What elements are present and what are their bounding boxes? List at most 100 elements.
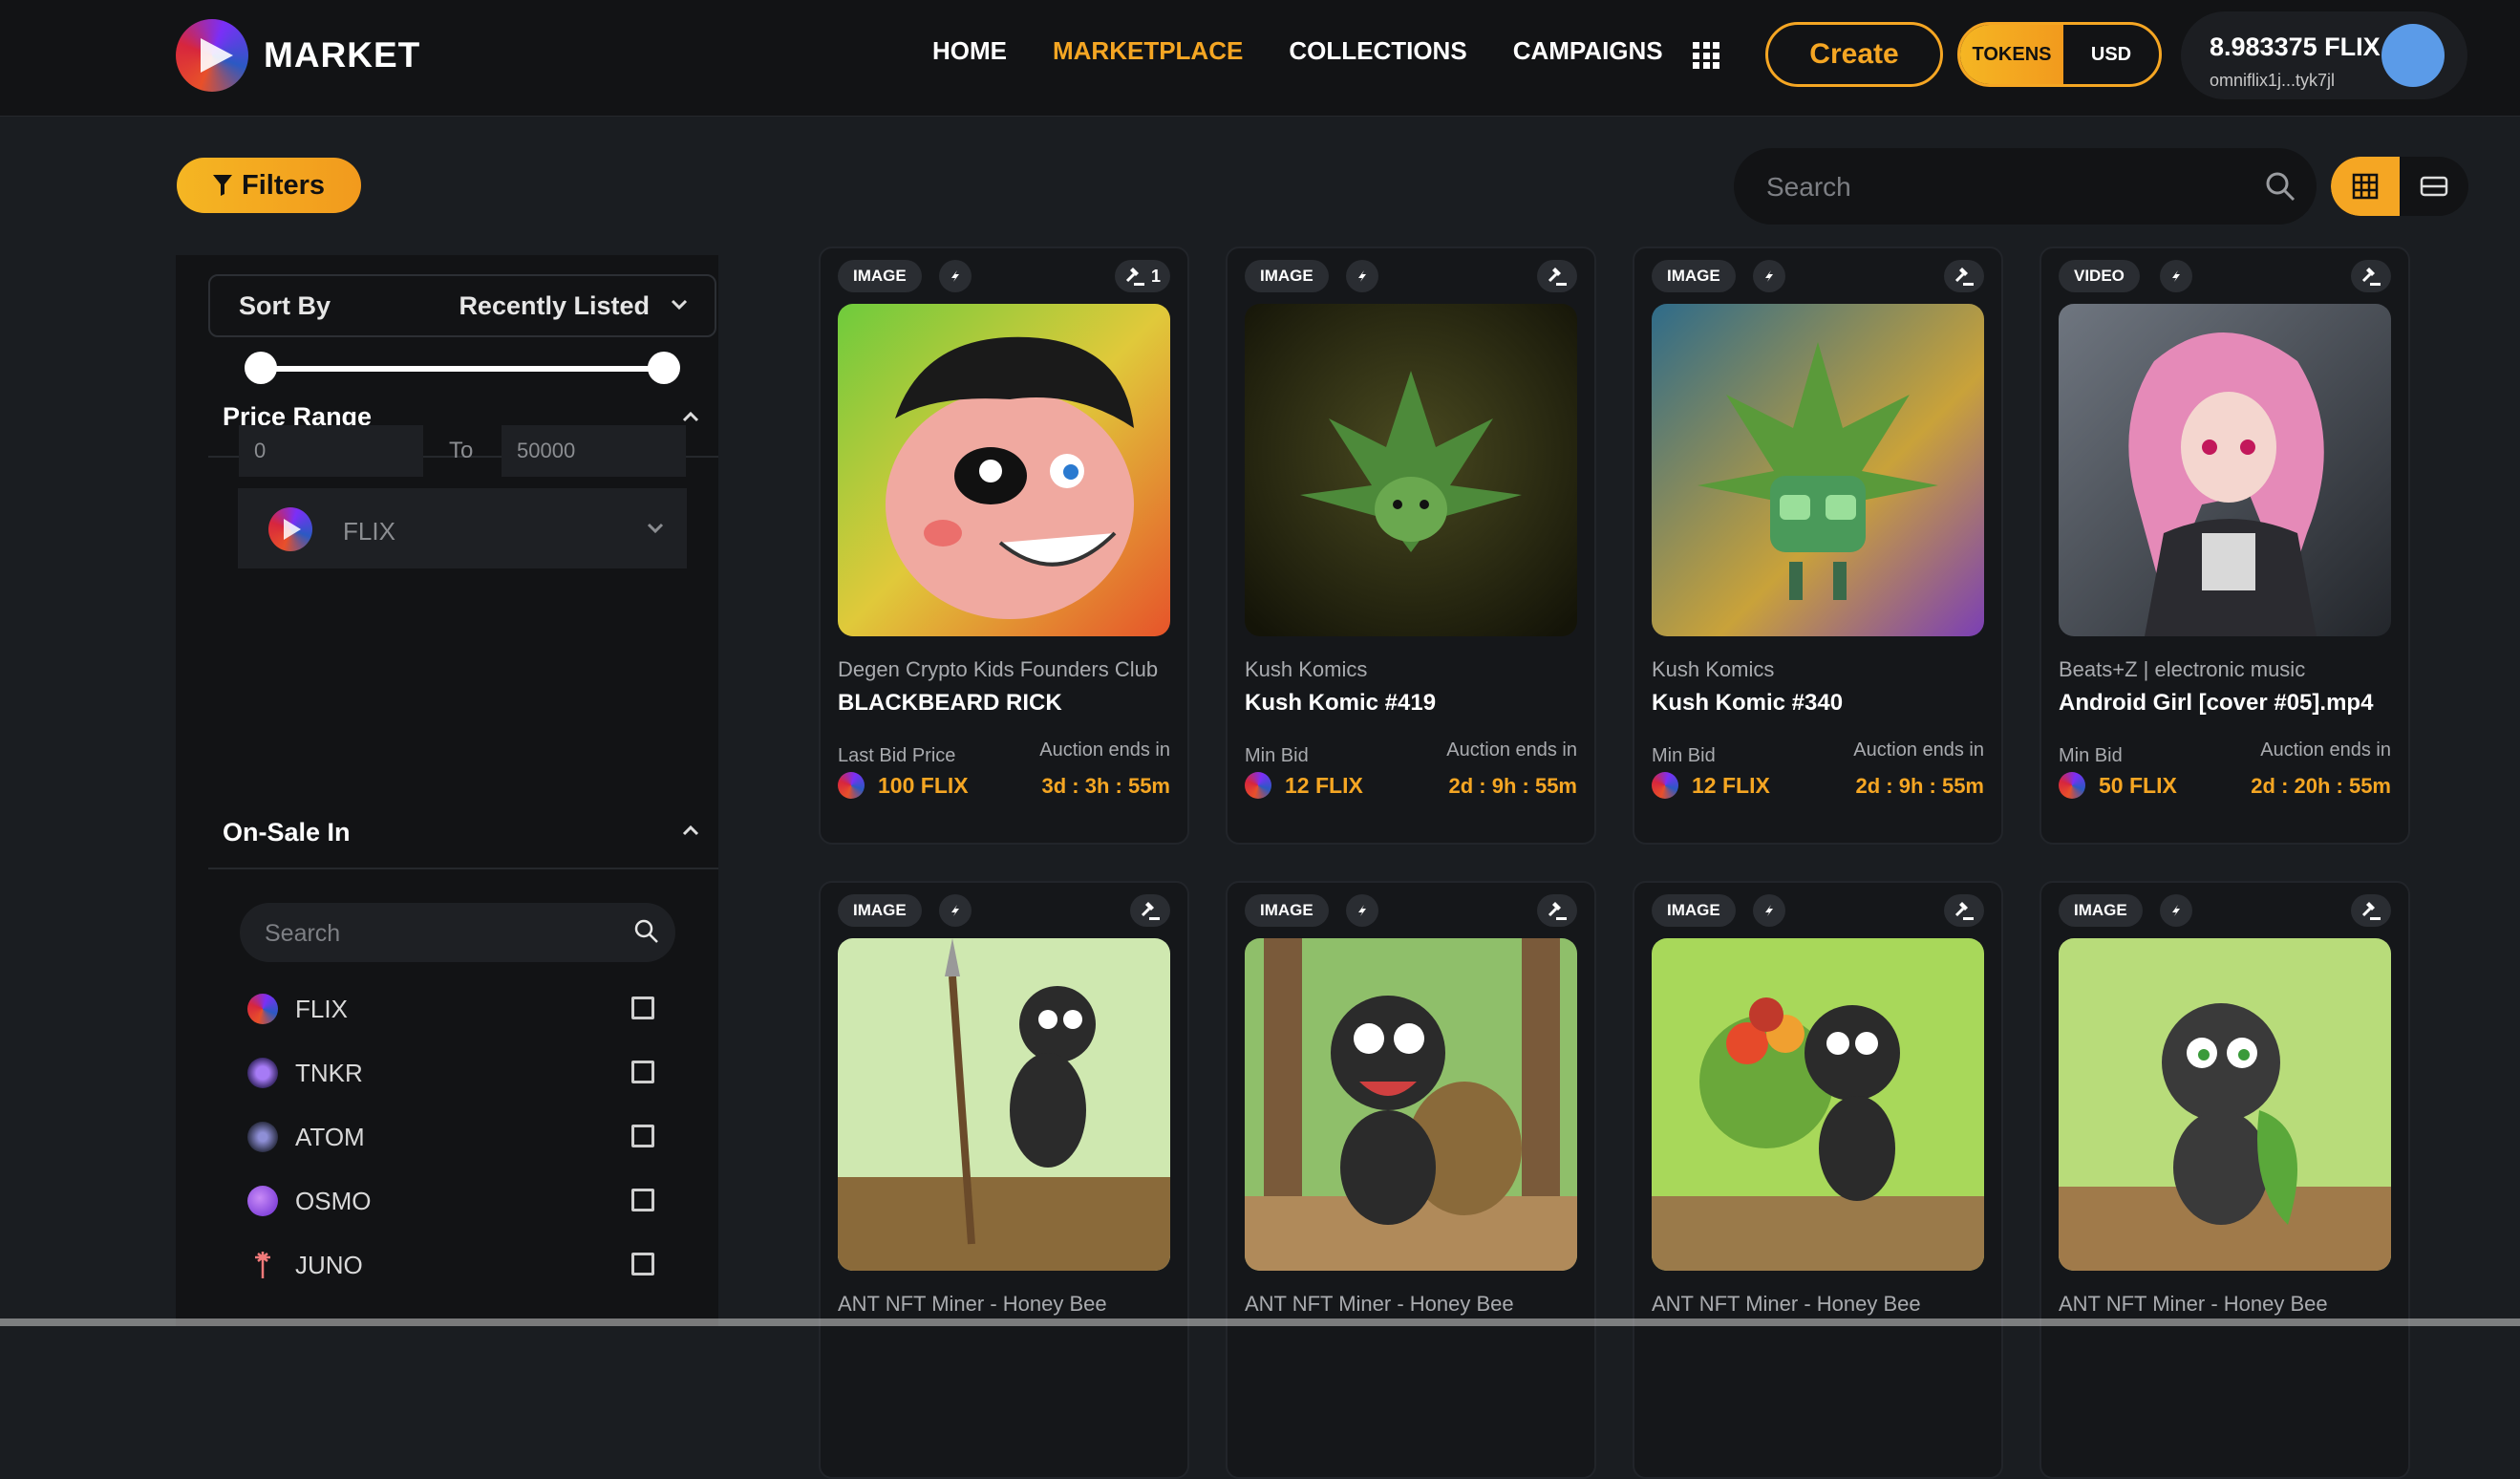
auction-ends-value: 2d : 9h : 55m bbox=[1448, 774, 1577, 798]
bid-button[interactable] bbox=[1944, 260, 1984, 292]
auction-ends-value: 2d : 20h : 55m bbox=[2251, 774, 2391, 798]
flix-icon bbox=[1245, 772, 1271, 799]
apps-grid-icon[interactable] bbox=[1693, 42, 1719, 69]
top-navbar: MARKET HOME MARKETPLACE COLLECTIONS CAMP… bbox=[0, 0, 2520, 117]
bid-count-pill: 1 bbox=[1114, 260, 1170, 292]
token-option-atom[interactable]: ATOM bbox=[247, 1116, 668, 1154]
sort-dropdown[interactable]: Sort By Recently Listed bbox=[208, 274, 716, 337]
nft-card[interactable]: VIDEO Beats+Z | electronic music Android… bbox=[2039, 246, 2410, 845]
nav-collections[interactable]: COLLECTIONS bbox=[1289, 36, 1466, 66]
bid-button[interactable] bbox=[1537, 260, 1577, 292]
bid-button[interactable] bbox=[2351, 894, 2391, 927]
on-sale-title: On-Sale In bbox=[223, 818, 351, 847]
bid-button[interactable] bbox=[2351, 260, 2391, 292]
wallet-button[interactable]: 8.983375 FLIX omniflix1j...tyk7jl bbox=[2181, 11, 2467, 99]
nft-card[interactable]: IMAGE Kush Komics Kush Komic #419 Min Bi… bbox=[1226, 246, 1596, 845]
nft-card[interactable]: IMAGE ANT NFT Miner - Honey Bee bbox=[819, 881, 1189, 1479]
wallet-address: omniflix1j...tyk7jl bbox=[2210, 71, 2336, 90]
nft-name[interactable]: Android Girl [cover #05].mp4 bbox=[2059, 690, 2373, 717]
price-token-select[interactable]: FLIX bbox=[238, 488, 687, 568]
checkbox-icon[interactable] bbox=[631, 1189, 654, 1211]
price-slider-max-handle[interactable] bbox=[648, 352, 680, 384]
nav-home[interactable]: HOME bbox=[932, 36, 1007, 66]
osmo-icon bbox=[247, 1186, 278, 1216]
nft-card[interactable]: IMAGE ANT NFT Miner - Honey Bee bbox=[1633, 881, 2003, 1479]
gavel-icon bbox=[1954, 268, 1974, 286]
on-sale-search-input[interactable] bbox=[263, 914, 610, 953]
nft-thumbnail[interactable] bbox=[838, 304, 1170, 636]
collection-name[interactable]: ANT NFT Miner - Honey Bee bbox=[838, 1292, 1107, 1317]
horizontal-scrollbar[interactable] bbox=[0, 1318, 2520, 1326]
nav-marketplace[interactable]: MARKETPLACE bbox=[1053, 36, 1243, 66]
nft-thumbnail[interactable] bbox=[2059, 938, 2391, 1271]
nft-name[interactable]: Kush Komic #419 bbox=[1245, 690, 1436, 717]
token-option-tnkr[interactable]: TNKR bbox=[247, 1052, 668, 1090]
price-label: Min Bid bbox=[1245, 745, 1309, 766]
nft-thumbnail[interactable] bbox=[1652, 938, 1984, 1271]
range-to-input[interactable] bbox=[502, 425, 686, 477]
token-name: ATOM bbox=[295, 1123, 365, 1151]
nft-thumbnail[interactable] bbox=[838, 938, 1170, 1271]
collection-name[interactable]: ANT NFT Miner - Honey Bee bbox=[1652, 1292, 1921, 1317]
search-icon[interactable] bbox=[633, 918, 660, 945]
nft-card[interactable]: IMAGE ANT NFT Miner - Honey Bee bbox=[1226, 881, 1596, 1479]
range-from-input[interactable] bbox=[239, 425, 423, 477]
collection-name[interactable]: Kush Komics bbox=[1652, 657, 1774, 682]
brand-icon bbox=[939, 894, 972, 927]
sort-value: Recently Listed bbox=[459, 291, 650, 320]
nft-card[interactable]: IMAGE Kush Komics Kush Komic #340 Min Bi… bbox=[1633, 246, 2003, 845]
collection-name[interactable]: Kush Komics bbox=[1245, 657, 1367, 682]
nav-campaigns[interactable]: CAMPAIGNS bbox=[1513, 36, 1663, 66]
gavel-icon bbox=[1548, 268, 1567, 286]
create-button[interactable]: Create bbox=[1765, 22, 1943, 87]
checkbox-icon[interactable] bbox=[631, 997, 654, 1019]
usd-toggle[interactable]: USD bbox=[2063, 25, 2159, 84]
logo[interactable]: MARKET bbox=[176, 19, 420, 92]
nft-card[interactable]: IMAGE ANT NFT Miner - Honey Bee bbox=[2039, 881, 2410, 1479]
nft-name[interactable]: Kush Komic #340 bbox=[1652, 690, 1843, 717]
price-value: 50 FLIX bbox=[2059, 772, 2177, 799]
media-type-badge: IMAGE bbox=[1652, 260, 1736, 292]
nft-name[interactable]: BLACKBEARD RICK bbox=[838, 690, 1062, 717]
nft-thumbnail[interactable] bbox=[1652, 304, 1984, 636]
nft-thumbnail[interactable] bbox=[1245, 938, 1577, 1271]
bid-button[interactable] bbox=[1130, 894, 1170, 927]
token-option-flix[interactable]: FLIX bbox=[247, 988, 668, 1026]
auction-ends-label: Auction ends in bbox=[1853, 740, 1984, 761]
avatar[interactable] bbox=[2381, 24, 2445, 87]
search-input[interactable] bbox=[1764, 165, 2227, 209]
nft-card[interactable]: IMAGE 1 Degen Crypto Kids Founders Club … bbox=[819, 246, 1189, 845]
chevron-up-icon[interactable] bbox=[680, 820, 701, 841]
tokens-toggle[interactable]: TOKENS bbox=[1960, 25, 2063, 84]
token-name: FLIX bbox=[295, 995, 348, 1023]
token-option-juno[interactable]: JUNO bbox=[247, 1244, 668, 1282]
price-slider-track[interactable] bbox=[260, 366, 667, 372]
token-name: JUNO bbox=[295, 1251, 363, 1279]
bid-button[interactable] bbox=[1537, 894, 1577, 927]
checkbox-icon[interactable] bbox=[631, 1125, 654, 1147]
collection-name[interactable]: Beats+Z | electronic music bbox=[2059, 657, 2305, 682]
tnkr-icon bbox=[247, 1058, 278, 1088]
flix-icon bbox=[838, 772, 865, 799]
media-type-badge: IMAGE bbox=[838, 260, 922, 292]
brand-icon bbox=[1753, 894, 1785, 927]
media-type-badge: IMAGE bbox=[1652, 894, 1736, 927]
grid-view-icon bbox=[2352, 173, 2379, 200]
collection-name[interactable]: ANT NFT Miner - Honey Bee bbox=[2059, 1292, 2328, 1317]
nft-thumbnail[interactable] bbox=[2059, 304, 2391, 636]
filter-sidebar: Sort By Recently Listed Price Range FLIX bbox=[176, 255, 718, 1326]
filters-button[interactable]: Filters bbox=[177, 158, 361, 213]
bid-button[interactable] bbox=[1944, 894, 1984, 927]
price-slider-min-handle[interactable] bbox=[245, 352, 277, 384]
chevron-up-icon[interactable] bbox=[680, 406, 701, 427]
collection-name[interactable]: Degen Crypto Kids Founders Club bbox=[838, 657, 1158, 682]
collection-name[interactable]: ANT NFT Miner - Honey Bee bbox=[1245, 1292, 1514, 1317]
grid-view-button[interactable] bbox=[2331, 157, 2400, 216]
list-view-button[interactable] bbox=[2400, 157, 2468, 216]
token-option-osmo[interactable]: OSMO bbox=[247, 1180, 668, 1218]
checkbox-icon[interactable] bbox=[631, 1253, 654, 1275]
gavel-icon bbox=[1125, 268, 1144, 286]
nft-thumbnail[interactable] bbox=[1245, 304, 1577, 636]
checkbox-icon[interactable] bbox=[631, 1061, 654, 1083]
search-icon[interactable] bbox=[2265, 171, 2296, 202]
